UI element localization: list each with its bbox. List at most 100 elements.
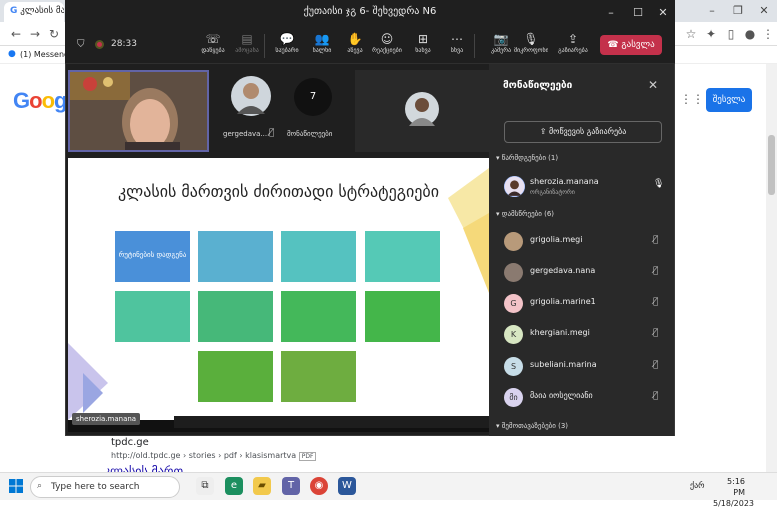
file-explorer-icon[interactable]: ▰ bbox=[253, 477, 271, 495]
raise-hand-icon: ✋ bbox=[347, 32, 363, 46]
slide-strategy-box bbox=[198, 291, 273, 342]
dial-label: დაწყება bbox=[201, 47, 225, 54]
participant-row[interactable]: Ssubeliani.marina 🎙̸ bbox=[500, 355, 670, 379]
attendees-header-label: დამსწრეები (6) bbox=[501, 210, 555, 218]
suggestions-header-label: შემოთავაზებები (3) bbox=[501, 422, 569, 430]
share-label: გაზიარება bbox=[558, 47, 588, 54]
result-source: tpdc.ge bbox=[111, 437, 149, 448]
presenter-video-feed bbox=[70, 72, 207, 150]
presenters-section-header[interactable]: ▾ წარმდგენები (1) bbox=[496, 154, 558, 162]
forward-icon[interactable]: → bbox=[27, 26, 43, 42]
close-icon[interactable]: ✕ bbox=[752, 2, 776, 20]
teams-icon[interactable]: T bbox=[282, 477, 300, 495]
toolbar-divider bbox=[474, 34, 475, 58]
people-label: ხალხი bbox=[312, 47, 332, 54]
signin-button[interactable]: შესვლა bbox=[706, 88, 752, 112]
more-button[interactable]: ⋯ სხვა bbox=[440, 31, 474, 61]
menu-icon[interactable]: ⋮ bbox=[760, 26, 776, 42]
participant-tile[interactable] bbox=[355, 70, 489, 152]
meeting-minimize-icon[interactable]: – bbox=[598, 2, 624, 24]
mic-icon: 🎙 bbox=[523, 32, 539, 46]
participant-row[interactable]: grigolia.megi 🎙̸ bbox=[500, 230, 670, 254]
participant-avatar: G bbox=[504, 294, 523, 313]
browser-tab[interactable]: G კლასის მართ bbox=[4, 2, 64, 22]
tray-language[interactable]: ქარ bbox=[690, 481, 705, 490]
suggestions-section-header[interactable]: ▾ შემოთავაზებები (3) bbox=[496, 422, 568, 430]
rooms-label: ნახვა bbox=[415, 47, 431, 54]
people-icon: 👥 bbox=[314, 32, 330, 46]
apps-grid-icon[interactable]: ⋮⋮ bbox=[680, 93, 704, 105]
participant-name: gergedava.nana bbox=[530, 266, 596, 275]
participant-row[interactable]: Ggrigolia.marine1 🎙̸ bbox=[500, 292, 670, 316]
slide-strategy-box bbox=[115, 291, 190, 342]
edge-icon[interactable]: e bbox=[225, 477, 243, 495]
dial-icon: ☏ bbox=[205, 32, 221, 46]
tray-time: 5:16 PM bbox=[727, 477, 745, 497]
leave-button[interactable]: ☎ გასვლა bbox=[600, 35, 662, 55]
reactions-icon: ☺ bbox=[380, 32, 394, 46]
camera-icon: 📷 bbox=[493, 32, 509, 46]
participants-overflow-tile[interactable]: 7 მონაწილეები bbox=[285, 70, 353, 152]
attendees-section-header[interactable]: ▾ დამსწრეები (6) bbox=[496, 210, 554, 218]
sidebar-icon[interactable]: ▯ bbox=[723, 26, 739, 42]
participant-role: ორგანიზატორი bbox=[530, 189, 575, 196]
participant-row[interactable]: Kkhergiani.megi 🎙̸ bbox=[500, 323, 670, 347]
people-button[interactable]: 👥 ხალხი bbox=[305, 31, 339, 61]
page-scrollbar[interactable] bbox=[766, 64, 777, 472]
minimize-icon[interactable]: – bbox=[700, 2, 724, 20]
task-view-icon[interactable]: ⧉ bbox=[196, 477, 214, 495]
restore-icon[interactable]: ❐ bbox=[726, 2, 750, 20]
mic-off-icon: 🎙̸ bbox=[653, 391, 659, 401]
profile-icon[interactable]: ● bbox=[742, 26, 758, 42]
meeting-timer: 28:33 bbox=[111, 39, 137, 49]
rooms-button[interactable]: ⊞ ნახვა bbox=[406, 31, 440, 61]
views-button[interactable]: ▤ ამოცანა bbox=[230, 31, 264, 61]
pdf-badge: PDF bbox=[298, 452, 317, 461]
browser-tab-title: კლასის მართ bbox=[20, 6, 64, 16]
raise-hand-label: აწევა bbox=[347, 47, 363, 54]
participant-name: khergiani.megi bbox=[530, 328, 590, 337]
chat-button[interactable]: 💬 საუბარი bbox=[270, 31, 304, 61]
mic-label: მიკროფონი bbox=[514, 47, 548, 54]
participant-row[interactable]: მი მაია იოსელიანი 🎙̸ bbox=[500, 386, 670, 410]
meeting-close-icon[interactable]: ✕ bbox=[650, 2, 676, 24]
participant-tile[interactable]: gergedava.... 🎙̸ bbox=[215, 70, 285, 152]
presenter-video[interactable] bbox=[68, 70, 209, 152]
more-label: სხვა bbox=[450, 47, 464, 54]
chrome-icon[interactable]: ◉ bbox=[310, 477, 328, 495]
tray-clock[interactable]: 5:16 PM 5/18/2023 bbox=[713, 476, 754, 509]
mic-off-icon: 🎙̸ bbox=[653, 297, 659, 307]
views-label: ამოცანა bbox=[235, 47, 259, 54]
back-icon[interactable]: ← bbox=[8, 26, 24, 42]
share-invite-button[interactable]: ⇪ მოწვევის გაზიარება bbox=[504, 121, 662, 143]
mic-button[interactable]: 🎙 მიკროფონი bbox=[514, 31, 548, 61]
raise-hand-button[interactable]: ✋ აწევა bbox=[338, 31, 372, 61]
reactions-label: რეაქციები bbox=[372, 47, 402, 54]
meeting-maximize-icon[interactable]: ☐ bbox=[625, 2, 651, 24]
meeting-title: ქუთაისი ჯგ 6- შეხვედრა N6 bbox=[303, 6, 437, 17]
mic-off-icon: 🎙̸ bbox=[269, 128, 275, 138]
dial-button[interactable]: ☏ დაწყება bbox=[196, 31, 230, 61]
camera-label: კამერა bbox=[490, 47, 512, 54]
participant-row[interactable]: gergedava.nana 🎙̸ bbox=[500, 261, 670, 285]
slide-strategy-box bbox=[198, 231, 273, 282]
star-icon[interactable]: ☆ bbox=[683, 26, 699, 42]
participant-avatar: K bbox=[504, 325, 523, 344]
taskbar-search-input[interactable]: ⌕ Type here to search bbox=[30, 476, 180, 498]
mic-icon: 🎙 bbox=[653, 179, 665, 189]
toolbar-divider bbox=[264, 34, 265, 58]
slide-strategy-box bbox=[281, 231, 356, 282]
word-icon[interactable]: W bbox=[338, 477, 356, 495]
camera-button[interactable]: 📷 კამერა bbox=[484, 31, 518, 61]
windows-start-icon[interactable] bbox=[8, 478, 24, 494]
participant-row[interactable]: sherozia.manana ორგანიზატორი 🎙 bbox=[500, 174, 670, 198]
scrollbar-thumb[interactable] bbox=[768, 135, 775, 195]
close-icon[interactable]: ✕ bbox=[648, 78, 658, 92]
share-button[interactable]: ⇪ გაზიარება bbox=[556, 31, 590, 61]
extensions-icon[interactable]: ✦ bbox=[703, 26, 719, 42]
shield-icon: ⛉ bbox=[77, 39, 85, 50]
reload-icon[interactable]: ↻ bbox=[46, 26, 62, 42]
reactions-button[interactable]: ☺ რეაქციები bbox=[370, 31, 404, 61]
chat-label: საუბარი bbox=[275, 47, 299, 54]
result-url-text: http://old.tpdc.ge › stories › pdf › kla… bbox=[111, 451, 297, 460]
